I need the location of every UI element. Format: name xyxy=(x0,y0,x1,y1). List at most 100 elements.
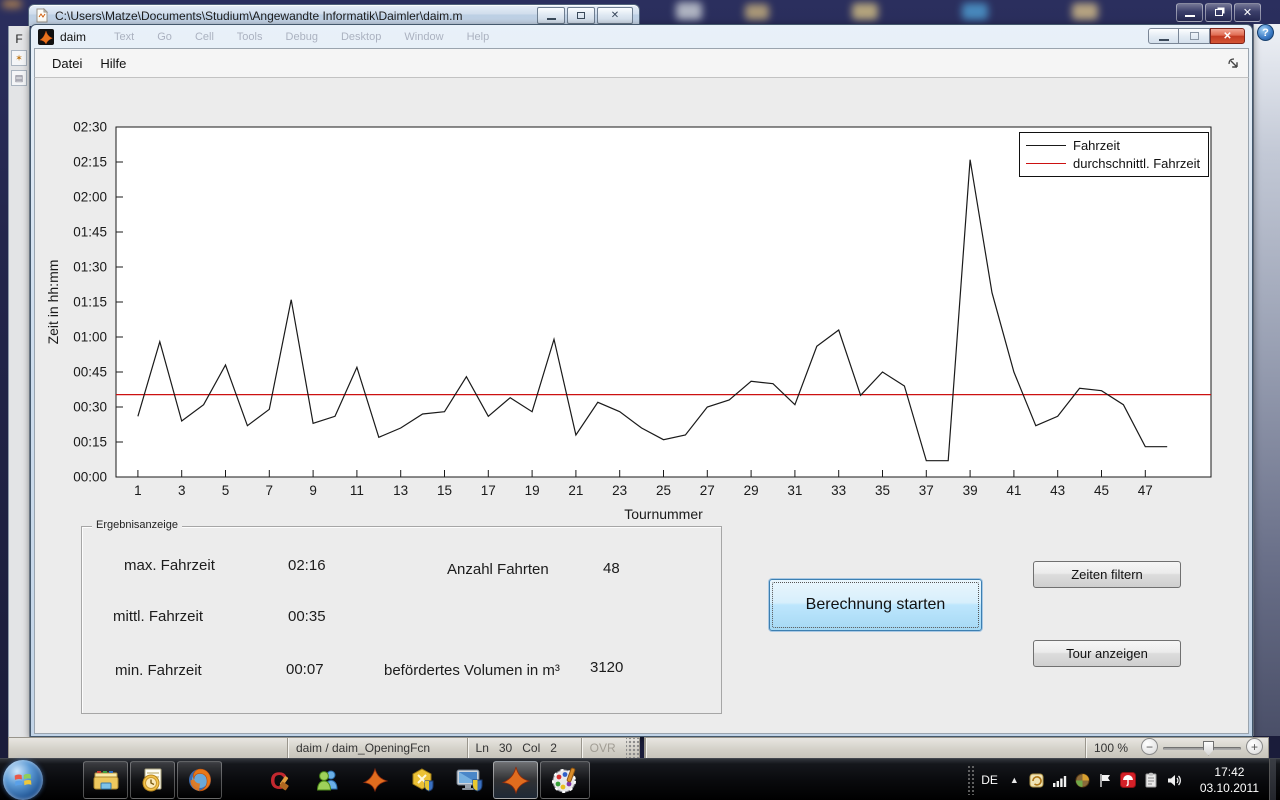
minimize-icon[interactable] xyxy=(537,7,565,24)
svg-text:23: 23 xyxy=(612,483,627,498)
maximize-icon[interactable] xyxy=(567,7,595,24)
network-tray-icon[interactable] xyxy=(1051,772,1068,789)
menu-datei[interactable]: Datei xyxy=(43,53,91,74)
zoom-out-icon[interactable]: − xyxy=(1141,738,1158,755)
background-window-controls: ✕ xyxy=(1176,3,1261,22)
resize-grip[interactable] xyxy=(626,738,639,758)
close-icon[interactable]: ✕ xyxy=(1210,28,1245,44)
remote-desktop-icon xyxy=(454,767,484,793)
volume-tray-icon[interactable] xyxy=(1166,772,1183,789)
svg-text:29: 29 xyxy=(744,483,759,498)
editor-window-titlebar[interactable]: C:\Users\Matze\Documents\Studium\Angewan… xyxy=(28,4,640,26)
taskbar-outlook[interactable] xyxy=(130,761,175,799)
clipboard-tray-icon[interactable] xyxy=(1143,772,1160,789)
restore-icon[interactable] xyxy=(1205,3,1232,22)
tour-anzeigen-button[interactable]: Tour anzeigen xyxy=(1033,640,1181,667)
desktop-icon-blob xyxy=(1072,3,1098,20)
minimize-icon[interactable] xyxy=(1176,3,1203,22)
ccleaner-icon: C xyxy=(267,767,295,793)
close-icon[interactable]: ✕ xyxy=(597,7,633,24)
berechnung-starten-button[interactable]: Berechnung starten xyxy=(769,579,982,631)
menu-hilfe[interactable]: Hilfe xyxy=(91,53,135,74)
paint-icon xyxy=(550,766,580,794)
zoom-slider[interactable] xyxy=(1163,747,1241,750)
svg-text:02:15: 02:15 xyxy=(73,155,107,170)
new-file-icon[interactable]: ✶ xyxy=(11,50,27,66)
max-fahrzeit-label: max. Fahrzeit xyxy=(124,557,215,574)
anzahl-fahrten-value: 48 xyxy=(603,560,620,577)
security-center-tray-icon[interactable] xyxy=(1074,772,1091,789)
volumen-label: befördertes Volumen in m³ xyxy=(384,662,560,679)
toolbar-icon[interactable]: ▤ xyxy=(11,70,27,86)
svg-text:Tournummer: Tournummer xyxy=(624,506,703,522)
taskbar-windows-explorer[interactable] xyxy=(83,761,128,799)
daim-window-controls: ✕ xyxy=(1148,28,1245,44)
taskbar-clock[interactable]: 17:42 03.10.2011 xyxy=(1200,764,1259,796)
action-center-flag-icon[interactable] xyxy=(1097,772,1114,789)
avira-tray-icon[interactable] xyxy=(1120,772,1137,789)
anzahl-fahrten-label: Anzahl Fahrten xyxy=(447,561,549,578)
editor-ghost-menu: Text Go Cell Tools Debug Desktop Window … xyxy=(114,31,1245,43)
max-fahrzeit-value: 02:16 xyxy=(288,557,326,574)
editor-menu-fragment: F xyxy=(9,32,29,46)
svg-text:Zeit in hh:mm: Zeit in hh:mm xyxy=(45,260,61,345)
help-icon[interactable]: ? xyxy=(1257,24,1274,41)
svg-text:02:30: 02:30 xyxy=(73,120,107,135)
minimize-icon[interactable] xyxy=(1148,28,1179,44)
daim-titlebar[interactable]: daim Text Go Cell Tools Debug Desktop Wi… xyxy=(34,25,1249,48)
svg-text:02:00: 02:00 xyxy=(73,190,107,205)
legend-line-red xyxy=(1026,163,1066,164)
matlab-icon xyxy=(501,766,531,794)
language-indicator[interactable]: DE xyxy=(981,773,998,787)
matlab-icon xyxy=(38,29,54,45)
dock-figure-arrow-icon[interactable] xyxy=(1226,56,1240,75)
svg-text:31: 31 xyxy=(787,483,802,498)
svg-text:17: 17 xyxy=(481,483,496,498)
svg-text:00:45: 00:45 xyxy=(73,365,107,380)
svg-text:00:00: 00:00 xyxy=(73,470,107,485)
svg-text:45: 45 xyxy=(1094,483,1109,498)
taskbar-matlab-pinned[interactable] xyxy=(352,761,397,799)
taskbar: C xyxy=(0,758,1280,800)
svg-text:5: 5 xyxy=(222,483,230,498)
start-button[interactable] xyxy=(3,760,43,800)
col-number: 2 xyxy=(550,741,557,755)
svg-text:01:45: 01:45 xyxy=(73,225,107,240)
sync-tray-icon[interactable] xyxy=(1028,772,1045,789)
focus-outline xyxy=(772,582,979,628)
svg-text:00:15: 00:15 xyxy=(73,435,107,450)
taskbar-security-tool[interactable] xyxy=(399,761,444,799)
col-label: Col xyxy=(522,741,540,755)
taskbar-paint[interactable] xyxy=(540,761,590,799)
legend-entry: Fahrzeit xyxy=(1026,138,1202,153)
mfile-icon xyxy=(35,8,49,23)
clock-date: 03.10.2011 xyxy=(1200,780,1259,796)
maximize-icon[interactable] xyxy=(1179,28,1210,44)
windows-live-messenger-icon xyxy=(314,767,342,793)
taskbar-messenger[interactable] xyxy=(305,761,350,799)
volumen-value: 3120 xyxy=(590,659,623,676)
zeiten-filtern-button[interactable]: Zeiten filtern xyxy=(1033,561,1181,588)
taskbar-remote-desktop[interactable] xyxy=(446,761,491,799)
legend-label: Fahrzeit xyxy=(1073,138,1120,153)
svg-text:00:30: 00:30 xyxy=(73,400,107,415)
outlook-icon xyxy=(139,767,167,793)
svg-text:27: 27 xyxy=(700,483,715,498)
zoom-slider-thumb[interactable] xyxy=(1203,741,1214,756)
desktop-icon-blob xyxy=(745,4,769,20)
svg-text:35: 35 xyxy=(875,483,890,498)
taskbar-matlab-active[interactable] xyxy=(493,761,538,799)
taskbar-ccleaner[interactable]: C xyxy=(258,761,303,799)
clock-time: 17:42 xyxy=(1200,764,1259,780)
chart-legend: Fahrzeit durchschnittl. Fahrzeit xyxy=(1019,132,1209,177)
viewer-statusbar: 100 % − + xyxy=(644,737,1269,758)
hidden-icons-arrow-icon[interactable]: ▲ xyxy=(1010,775,1019,785)
zoom-in-icon[interactable]: + xyxy=(1246,738,1263,755)
results-panel-title: Ergebnisanzeige xyxy=(92,519,182,531)
legend-line-black xyxy=(1026,145,1066,146)
show-desktop-button[interactable] xyxy=(1269,759,1276,800)
taskbar-firefox[interactable] xyxy=(177,761,222,799)
svg-text:43: 43 xyxy=(1050,483,1065,498)
close-icon[interactable]: ✕ xyxy=(1234,3,1261,22)
svg-text:11: 11 xyxy=(350,483,364,498)
